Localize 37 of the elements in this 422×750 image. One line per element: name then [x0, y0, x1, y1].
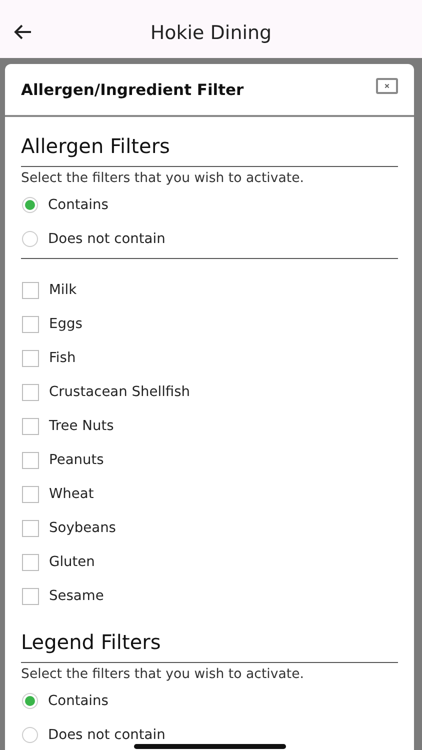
close-button[interactable] [376, 78, 398, 94]
checkbox[interactable] [22, 282, 39, 298]
checkbox[interactable] [22, 384, 39, 400]
radio-label: Contains [48, 197, 108, 213]
checkbox-label: Soybeans [49, 520, 116, 536]
checkbox[interactable] [22, 554, 39, 570]
checkbox-label: Peanuts [49, 452, 104, 468]
checkbox-label: Fish [49, 350, 76, 366]
dialog-title: Allergen/Ingredient Filter [21, 80, 244, 98]
section-heading: Allergen Filters [21, 117, 398, 167]
instruction-text: Select the filters that you wish to activate. [21, 666, 306, 684]
instruction-text: Select the filters that you wish to activate. [21, 170, 306, 188]
checkbox[interactable] [22, 520, 39, 536]
checkbox-label: Wheat [49, 486, 94, 502]
checkbox-label: Eggs [49, 316, 82, 332]
radio-button[interactable] [22, 231, 38, 247]
app-title: Hokie Dining [150, 21, 272, 44]
back-arrow-icon[interactable] [14, 24, 32, 40]
checkbox[interactable] [22, 418, 39, 434]
checkbox[interactable] [22, 452, 39, 468]
checkbox[interactable] [22, 588, 39, 604]
checkbox-label: Milk [49, 282, 77, 298]
radio-label: Does not contain [48, 231, 166, 247]
section-heading: Legend Filters [21, 613, 398, 663]
radio-label: Does not contain [48, 727, 166, 743]
radio-label: Contains [48, 693, 108, 709]
checkbox[interactable] [22, 486, 39, 502]
checkbox-label: Gluten [49, 554, 95, 570]
checkbox-label: Crustacean Shellfish [49, 384, 190, 400]
checkbox-label: Tree Nuts [49, 418, 114, 434]
checkbox-label: Sesame [49, 588, 104, 604]
radio-button[interactable] [22, 727, 38, 743]
checkbox[interactable] [22, 316, 39, 332]
radio-button[interactable] [22, 693, 38, 709]
radio-button[interactable] [22, 197, 38, 213]
checkbox[interactable] [22, 350, 39, 366]
close-icon [384, 82, 390, 90]
